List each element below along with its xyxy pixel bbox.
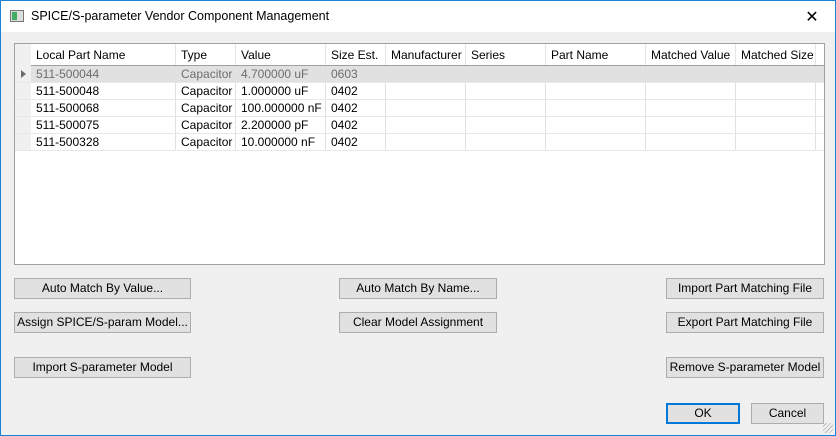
table-cell[interactable]: Capacitor [176,100,236,116]
assign-model-button[interactable]: Assign SPICE/S-param Model... [14,312,191,333]
row-header[interactable] [15,100,31,116]
table-row[interactable]: 511-500048 Capacitor 1.000000 uF 0402 [15,83,824,100]
table-cell[interactable]: 4.700000 uF [236,66,326,82]
row-header[interactable] [15,134,31,150]
table-row[interactable]: 511-500075 Capacitor 2.200000 pF 0402 [15,117,824,134]
row-header[interactable] [15,83,31,99]
resize-grip-icon[interactable] [823,423,833,433]
table-cell[interactable] [386,100,466,116]
import-part-matching-file-button[interactable]: Import Part Matching File [666,278,824,299]
table-cell[interactable]: 511-500068 [31,100,176,116]
export-part-matching-file-button[interactable]: Export Part Matching File [666,312,824,333]
clear-model-assignment-button[interactable]: Clear Model Assignment [339,312,497,333]
ok-button[interactable]: OK [666,403,740,424]
table-cell[interactable] [466,134,546,150]
table-cell[interactable] [646,100,736,116]
title-bar: SPICE/S-parameter Vendor Component Manag… [1,1,835,32]
parts-table[interactable]: Local Part Name Type Value Size Est. Manufac… [14,43,825,265]
table-cell[interactable]: Capacitor [176,83,236,99]
table-cell[interactable]: 0402 [326,117,386,133]
table-header: Local Part Name Type Value Size Est. Manufac… [15,44,824,66]
table-cell[interactable] [646,134,736,150]
table-cell[interactable]: 0402 [326,134,386,150]
table-cell[interactable]: 2.200000 pF [236,117,326,133]
table-cell[interactable] [386,117,466,133]
current-row-arrow-icon [21,70,26,78]
column-header[interactable]: Manufacturer [386,44,466,65]
table-cell[interactable] [466,83,546,99]
table-cell[interactable] [386,83,466,99]
table-cell[interactable]: 0402 [326,100,386,116]
table-cell[interactable]: 511-500328 [31,134,176,150]
table-row[interactable]: 511-500328 Capacitor 10.000000 nF 0402 [15,134,824,151]
table-cell[interactable] [646,83,736,99]
column-header[interactable]: Matched Size [736,44,816,65]
table-cell[interactable]: 0603 [326,66,386,82]
table-row[interactable]: 511-500044 Capacitor 4.700000 uF 0603 [15,66,824,83]
dialog-window: SPICE/S-parameter Vendor Component Manag… [0,0,836,436]
table-cell[interactable] [646,117,736,133]
window-title: SPICE/S-parameter Vendor Component Manag… [31,9,330,23]
close-icon[interactable]: ✕ [789,1,835,32]
table-cell[interactable]: 1.000000 uF [236,83,326,99]
table-cell[interactable]: Capacitor [176,134,236,150]
column-header[interactable]: Type [176,44,236,65]
table-row[interactable]: 511-500068 Capacitor 100.000000 nF 0402 [15,100,824,117]
table-cell[interactable] [466,117,546,133]
table-cell[interactable]: 0402 [326,83,386,99]
column-header[interactable]: Series [466,44,546,65]
auto-match-by-value-button[interactable]: Auto Match By Value... [14,278,191,299]
table-cell[interactable] [386,66,466,82]
table-cell[interactable] [736,100,816,116]
remove-sparameter-model-button[interactable]: Remove S-parameter Model [666,357,824,378]
table-cell[interactable]: 511-500048 [31,83,176,99]
column-header[interactable]: Value [236,44,326,65]
table-cell[interactable] [546,134,646,150]
import-sparameter-model-button[interactable]: Import S-parameter Model [14,357,191,378]
table-cell[interactable] [646,66,736,82]
table-cell[interactable]: 100.000000 nF [236,100,326,116]
column-header[interactable]: Local Part Name [31,44,176,65]
table-cell[interactable]: 511-500044 [31,66,176,82]
auto-match-by-name-button[interactable]: Auto Match By Name... [339,278,497,299]
table-cell[interactable] [546,66,646,82]
table-cell[interactable]: 10.000000 nF [236,134,326,150]
row-header[interactable] [15,117,31,133]
cancel-button[interactable]: Cancel [751,403,824,424]
table-cell[interactable] [546,117,646,133]
table-cell[interactable] [736,83,816,99]
column-header[interactable]: Matched Value [646,44,736,65]
column-header[interactable]: Part Name [546,44,646,65]
table-cell[interactable]: 511-500075 [31,117,176,133]
row-header[interactable] [15,66,31,82]
table-cell[interactable]: Capacitor [176,117,236,133]
table-cell[interactable] [386,134,466,150]
table-cell[interactable] [546,83,646,99]
table-cell[interactable] [736,117,816,133]
header-corner [15,44,31,66]
table-cell[interactable] [736,66,816,82]
table-cell[interactable] [466,100,546,116]
table-cell[interactable] [466,66,546,82]
app-icon [10,10,24,22]
table-cell[interactable]: Capacitor [176,66,236,82]
table-cell[interactable] [546,100,646,116]
table-cell[interactable] [736,134,816,150]
column-header[interactable]: Size Est. [326,44,386,65]
